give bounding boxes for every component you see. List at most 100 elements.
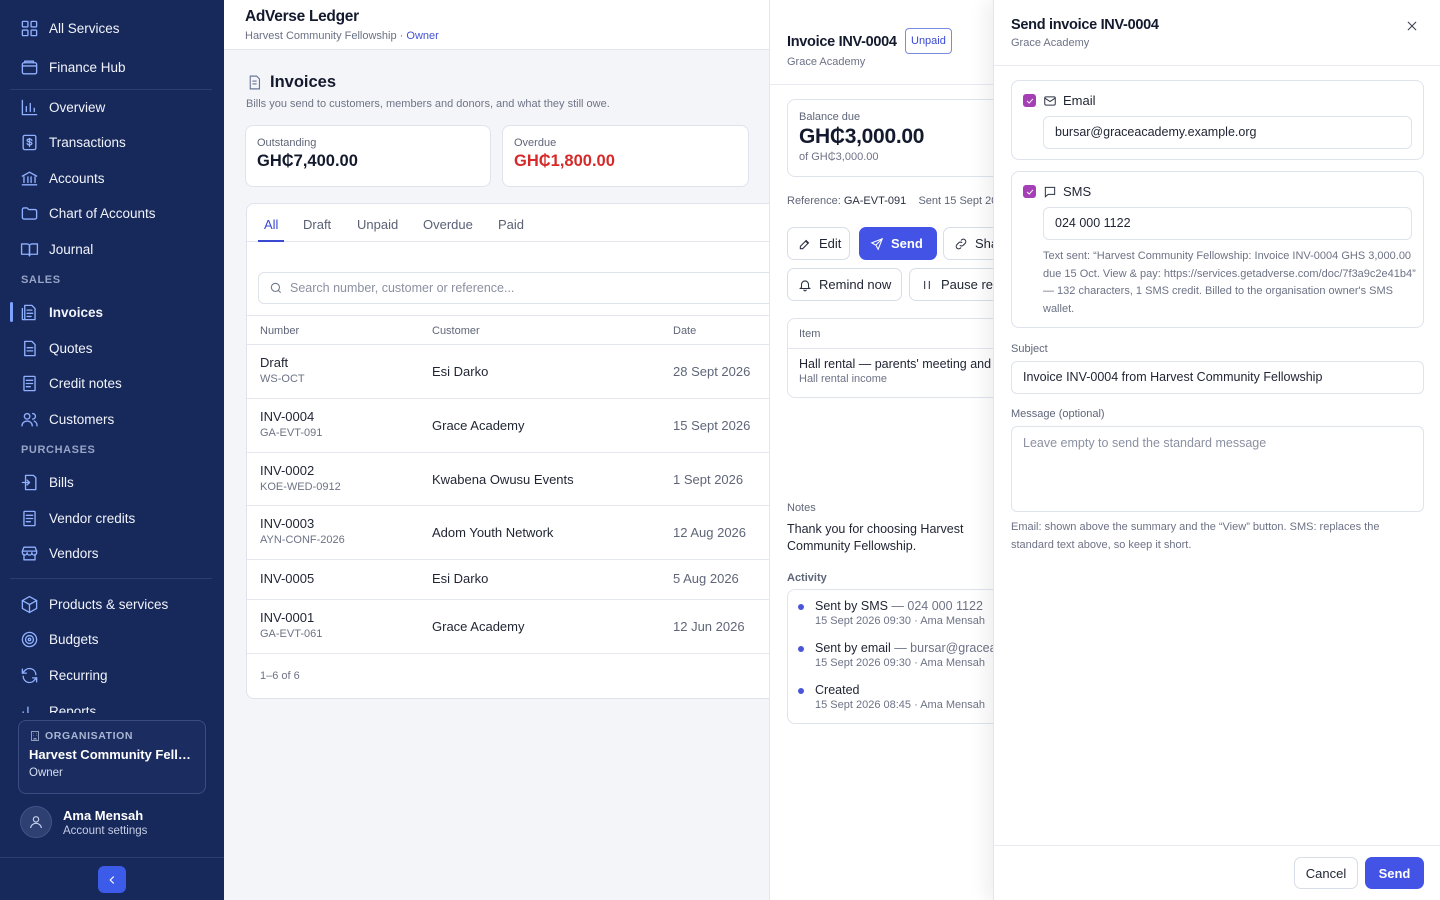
sidebar-item-invoices[interactable]: Invoices [10, 297, 214, 327]
receipt-icon [20, 133, 39, 152]
target-icon [20, 630, 39, 649]
invoice-detail-customer: Grace Academy [787, 56, 866, 68]
quote-icon [20, 339, 39, 358]
organisation-switcher[interactable]: ORGANISATION Harvest Community Fello... … [18, 720, 206, 794]
search-placeholder: Search number, customer or reference... [290, 281, 515, 295]
table-row[interactable]: INV-0005 Esi Darko 5 Aug 2026 [247, 560, 845, 600]
table-row[interactable]: Draft WS-OCT Esi Darko 28 Sept 2026 [247, 345, 845, 399]
organisation-name: Harvest Community Fello... [29, 747, 195, 762]
invoice-reference: GA-EVT-061 [260, 628, 323, 640]
credit-note-icon [20, 374, 39, 393]
share-button-label: Share [975, 236, 993, 251]
sidebar-item-label: Invoices [49, 304, 104, 320]
invoice-icon [20, 303, 39, 322]
collapse-sidebar-button[interactable] [98, 866, 126, 893]
sms-checkbox[interactable] [1023, 185, 1036, 198]
send-button-label: Send [891, 236, 923, 251]
sidebar-item-journal[interactable]: Journal [10, 234, 214, 264]
notes-label: Notes [787, 502, 816, 514]
sidebar-item-label: Customers [49, 411, 115, 427]
sidebar-item-label: Vendors [49, 545, 99, 561]
line-item-account: Hall rental income [799, 373, 888, 385]
invoice-customer: Grace Academy [432, 619, 525, 634]
activity-item: Sent by SMS — 024 000 1122 15 Sept 2026 … [797, 599, 985, 627]
subject-label: Subject [1011, 343, 1048, 355]
sms-phone-field[interactable]: 024 000 1122 [1043, 207, 1412, 240]
sidebar-item-accounts[interactable]: Accounts [10, 163, 214, 193]
sidebar-item-finance-hub[interactable]: Finance Hub [10, 52, 214, 82]
sidebar-item-reports[interactable]: Reports [10, 695, 214, 713]
column-date[interactable]: Date [673, 325, 696, 337]
sidebar-item-vendor-credits[interactable]: Vendor credits [10, 503, 214, 533]
sidebar-item-customers[interactable]: Customers [10, 404, 214, 434]
tab-paid[interactable]: Paid [492, 204, 530, 242]
tab-overdue[interactable]: Overdue [417, 204, 479, 242]
user-role: Owner [406, 30, 439, 42]
sidebar-item-transactions[interactable]: Transactions [10, 127, 214, 157]
close-button[interactable] [1402, 16, 1422, 36]
activity-timeline: Sent by SMS — 024 000 1122 15 Sept 2026 … [787, 589, 993, 724]
invoice-number: INV-0001 [260, 610, 315, 625]
table-row[interactable]: INV-0002 KOE-WED-0912 Kwabena Owusu Even… [247, 453, 845, 506]
email-checkbox[interactable] [1023, 94, 1036, 107]
pause-reminders-button[interactable]: Pause reminders [909, 268, 993, 301]
invoice-reference: KOE-WED-0912 [260, 481, 341, 493]
user-icon [30, 816, 42, 829]
sidebar-item-chart-of-accounts[interactable]: Chart of Accounts [10, 198, 214, 228]
drawer-title: Send invoice INV-0004 [1011, 17, 1159, 33]
edit-button[interactable]: Edit [787, 227, 850, 260]
invoice-detail-title: Invoice INV-0004 [787, 34, 897, 50]
account-settings-link[interactable]: Ama Mensah Account settings [20, 806, 147, 838]
invoice-list: All Draft Unpaid Overdue Paid Search num… [246, 203, 846, 699]
send-button[interactable]: Send [859, 227, 937, 260]
cancel-button[interactable]: Cancel [1294, 857, 1358, 889]
invoices-header: Invoices Bills you send to customers, me… [246, 73, 610, 110]
sms-channel-card: SMS 024 000 1122 Text sent: “Harvest Com… [1011, 171, 1424, 328]
sms-channel-header[interactable]: SMS [1023, 184, 1091, 199]
invoice-date: 28 Sept 2026 [673, 364, 751, 379]
sidebar-item-budgets[interactable]: Budgets [10, 624, 214, 654]
tab-draft[interactable]: Draft [297, 204, 337, 242]
sidebar: All Services Finance Hub Overview Transa… [0, 0, 224, 900]
table-row[interactable]: INV-0004 GA-EVT-091 Grace Academy 15 Sep… [247, 399, 845, 453]
sidebar-item-credit-notes[interactable]: Credit notes [10, 368, 214, 398]
send-invoice-button[interactable]: Send [1365, 857, 1424, 889]
sidebar-item-label: Overview [49, 99, 106, 115]
invoice-customer: Esi Darko [432, 364, 489, 379]
activity-meta: 15 Sept 2026 08:45 · Ama Mensah [815, 699, 986, 711]
sidebar-item-bills[interactable]: Bills [10, 467, 214, 497]
send-icon [870, 237, 884, 250]
sidebar-item-label: Journal [49, 241, 94, 257]
invoice-number: Draft [260, 355, 289, 370]
table-row[interactable]: INV-0003 AYN-CONF-2026 Adom Youth Networ… [247, 506, 845, 560]
message-label: Message (optional) [1011, 408, 1105, 420]
account-settings-label: Account settings [63, 824, 148, 837]
page-title-text: Invoices [270, 73, 337, 91]
subject-field[interactable]: Invoice INV-0004 from Harvest Community … [1011, 361, 1424, 394]
remind-now-button[interactable]: Remind now [787, 268, 902, 301]
sidebar-item-label: Bills [49, 474, 74, 490]
table-row[interactable]: INV-0001 GA-EVT-061 Grace Academy 12 Jun… [247, 600, 845, 654]
user-name: Ama Mensah [63, 807, 144, 823]
email-field[interactable]: bursar@graceacademy.example.org [1043, 116, 1412, 149]
sidebar-item-vendors[interactable]: Vendors [10, 538, 214, 568]
app-title: AdVerse Ledger [245, 8, 359, 25]
search-input[interactable]: Search number, customer or reference... [258, 272, 845, 304]
organisation-label-text: ORGANISATION [45, 730, 134, 742]
sidebar-item-recurring[interactable]: Recurring [10, 660, 214, 690]
book-icon [20, 240, 39, 259]
chevron-left-icon [109, 875, 115, 884]
sidebar-item-products-services[interactable]: Products & services [10, 589, 214, 619]
sidebar-item-overview[interactable]: Overview [10, 92, 214, 122]
column-number[interactable]: Number [260, 325, 299, 337]
sidebar-item-quotes[interactable]: Quotes [10, 333, 214, 363]
tab-unpaid[interactable]: Unpaid [351, 204, 404, 242]
close-icon [1407, 21, 1417, 31]
sidebar-item-label: Vendor credits [49, 510, 136, 526]
sidebar-item-all-services[interactable]: All Services [10, 13, 214, 43]
email-channel-header[interactable]: Email [1023, 93, 1096, 108]
tab-all[interactable]: All [258, 204, 285, 242]
column-customer[interactable]: Customer [432, 325, 480, 337]
message-field[interactable]: Leave empty to send the standard message [1011, 426, 1424, 512]
share-button[interactable]: Share [943, 227, 993, 260]
